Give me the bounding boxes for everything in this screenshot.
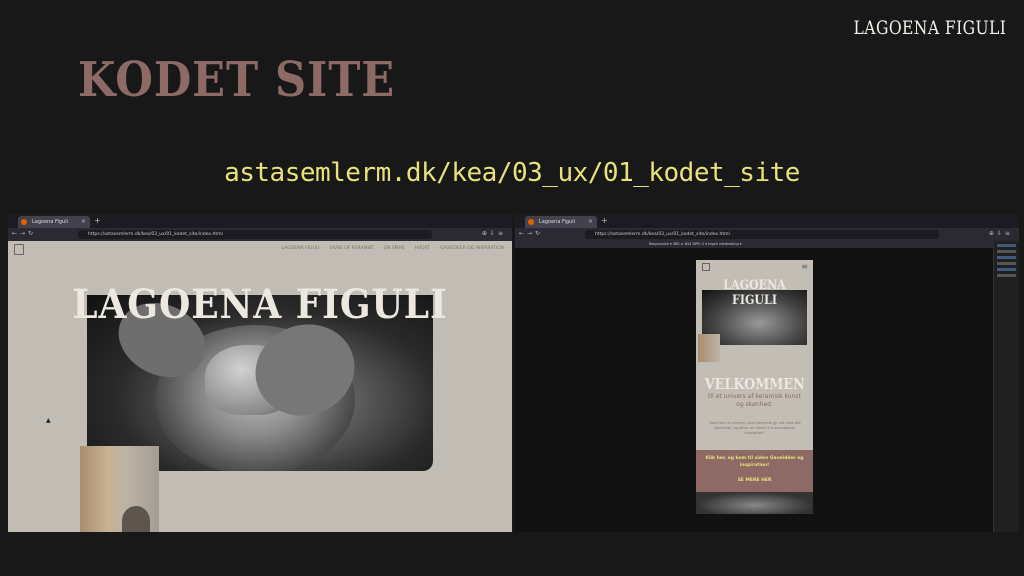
tab-bar: Lagoena Figuli × +: [8, 214, 512, 228]
nav-link[interactable]: GAVEIDEER OG INSPIRATION: [440, 246, 504, 251]
tab-bar: Lagoena Figuli × +: [515, 214, 1019, 228]
address-bar[interactable]: https://astasemlerm.dk/kea/03_ux/01_kode…: [78, 230, 432, 239]
devtools-line: [997, 250, 1016, 253]
browser-window-responsive: Lagoena Figuli × + ←→↻ https://astasemle…: [515, 214, 1019, 532]
site-nav-links: LAGOENA FIGULI VIVAE OF KERAMIKT EN SMAK…: [282, 246, 504, 251]
browser-tab[interactable]: Lagoena Figuli ×: [525, 216, 597, 228]
site-url: astasemlerm.dk/kea/03_ux/01_kodet_site: [224, 158, 800, 188]
mobile-hero-title: LAGOENA FIGULI: [723, 278, 786, 308]
vase-image: [698, 334, 720, 362]
toolbar-icons[interactable]: ⊕⇩≡: [482, 230, 506, 237]
vase-shape: [122, 506, 150, 532]
browser-tab[interactable]: Lagoena Figuli ×: [18, 216, 90, 228]
back-forward-reload-icons[interactable]: ←→↻: [12, 230, 36, 237]
tab-title: Lagoena Figuli: [32, 219, 69, 225]
site-logo-icon[interactable]: [702, 263, 710, 271]
firefox-icon: [528, 219, 534, 225]
nav-link[interactable]: VIVAE OF KERAMIKT: [330, 246, 375, 251]
nav-link[interactable]: LAGOENA FIGULI: [282, 246, 320, 251]
mobile-nav: ≡: [696, 260, 813, 274]
devtools-panel[interactable]: [993, 241, 1019, 532]
new-tab-icon[interactable]: +: [601, 216, 608, 226]
address-bar[interactable]: https://astasemlerm.dk/kea/03_ux/01_kode…: [585, 230, 939, 239]
close-tab-icon[interactable]: ×: [81, 216, 86, 228]
hamburger-menu-icon[interactable]: ≡: [801, 263, 808, 271]
devtools-line: [997, 256, 1016, 259]
nav-link[interactable]: HVORT: [415, 246, 430, 251]
welcome-subtitle: til et univers af keramisk kunst og skøn…: [708, 393, 801, 408]
firefox-icon: [21, 219, 27, 225]
responsive-design-toolbar[interactable]: Responsive ▾ 380 × 844 DPR: 2 ▾ Ingen ne…: [515, 241, 1019, 248]
close-tab-icon[interactable]: ×: [588, 216, 593, 228]
devtools-line: [997, 268, 1016, 271]
devtools-line: [997, 244, 1016, 247]
mobile-viewport: ≡ LAGOENA FIGULI VELKOMMEN til et univer…: [696, 260, 813, 514]
hero-title: LAGOENA FIGULI: [72, 281, 448, 328]
mouse-cursor-icon: ▲: [46, 417, 51, 424]
nav-toolbar: ←→↻ https://astasemlerm.dk/kea/03_ux/01_…: [8, 228, 512, 241]
website-viewport: LAGOENA FIGULI VIVAE OF KERAMIKT EN SMAK…: [8, 241, 512, 532]
nav-link[interactable]: EN SMAK: [384, 246, 404, 251]
responsive-viewport-area: ≡ LAGOENA FIGULI VELKOMMEN til et univer…: [515, 248, 993, 532]
site-nav: LAGOENA FIGULI VIVAE OF KERAMIKT EN SMAK…: [8, 241, 512, 259]
cta-text: Klik her, og kom til siden Gaveidéer og …: [705, 456, 804, 468]
welcome-quote: "Sæd ind i et univers, hvor keramisk gjr…: [708, 421, 801, 435]
toolbar-icons[interactable]: ⊕⇩≡: [989, 230, 1013, 237]
site-logo-icon[interactable]: [14, 244, 24, 255]
cta-section: Klik her, og kom til siden Gaveidéer og …: [696, 450, 813, 492]
brand-logo-text: LAGOENA FIGULI: [853, 17, 1006, 39]
new-tab-icon[interactable]: +: [94, 216, 101, 226]
back-forward-reload-icons[interactable]: ←→↻: [519, 230, 543, 237]
tab-title: Lagoena Figuli: [539, 219, 576, 225]
bottom-image: [696, 492, 813, 514]
devtools-line: [997, 262, 1016, 265]
slide-title: KODET SITE: [78, 52, 396, 108]
devtools-line: [997, 274, 1016, 277]
vase-image: [80, 446, 159, 532]
welcome-heading: VELKOMMEN: [704, 375, 805, 393]
browser-window-desktop: Lagoena Figuli × + ←→↻ https://astasemle…: [8, 214, 512, 532]
nav-toolbar: ←→↻ https://astasemlerm.dk/kea/03_ux/01_…: [515, 228, 1019, 241]
see-more-button[interactable]: SE MERE HER: [734, 478, 775, 483]
